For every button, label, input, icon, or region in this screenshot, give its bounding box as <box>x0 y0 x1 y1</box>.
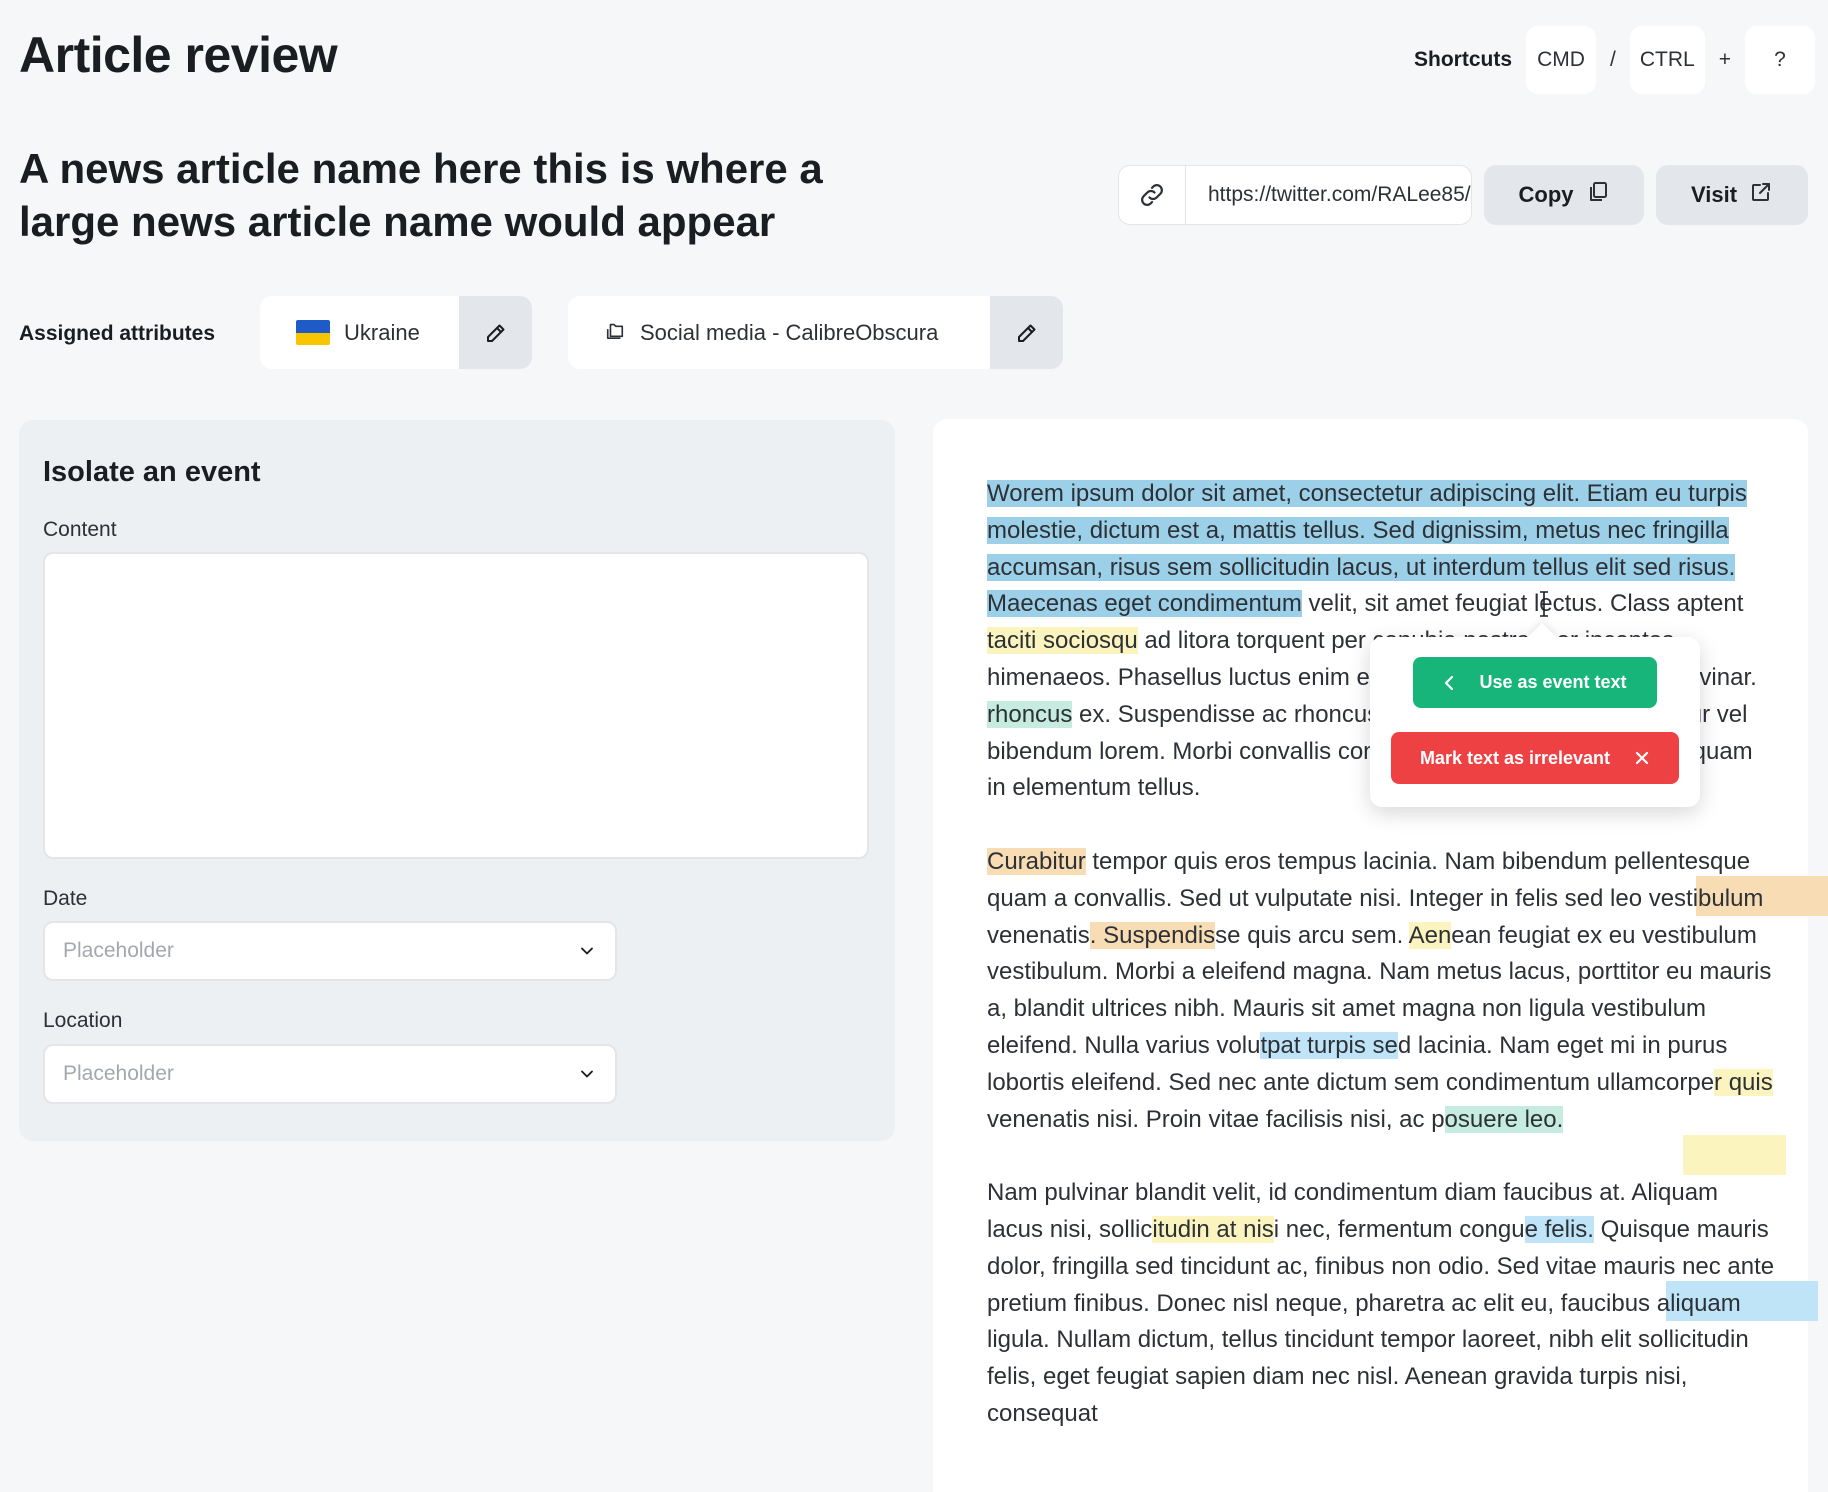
article-text-span[interactable]: velit, sit amet feugiat lectus. Class ap… <box>1302 590 1744 617</box>
ukraine-flag-icon <box>296 320 330 345</box>
article-paragraph[interactable]: Curabitur tempor quis eros tempus lacini… <box>987 844 1777 1138</box>
article-text-span[interactable]: se quis arcu sem. <box>1215 922 1408 949</box>
highlighted-text-lblue[interactable]: e felis. <box>1524 1215 1594 1243</box>
date-label: Date <box>43 887 88 910</box>
highlighted-text-lblue[interactable]: tpat turpis se <box>1260 1031 1398 1059</box>
chevron-left-icon <box>1445 675 1454 690</box>
visit-url-button[interactable]: Visit <box>1656 165 1808 225</box>
source-attribute-label: Social media - CalibreObscura <box>640 319 939 345</box>
highlighted-text-yellow[interactable]: r quis <box>1714 1068 1773 1096</box>
highlighted-text-orange[interactable]: . Suspendis <box>1089 921 1216 949</box>
article-url-field[interactable]: https://twitter.com/RALee85/status <box>1118 165 1472 225</box>
isolate-event-title: Isolate an event <box>43 456 261 488</box>
country-attribute-label: Ukraine <box>344 319 420 345</box>
content-label: Content <box>43 518 117 541</box>
shortcut-plus: + <box>1718 48 1731 71</box>
edit-source-button[interactable] <box>990 296 1063 369</box>
external-link-icon <box>1749 180 1773 210</box>
highlighted-text-yellow[interactable]: taciti sociosqu <box>987 627 1138 655</box>
folder-icon <box>604 320 626 346</box>
highlighted-text-yellow[interactable]: Aen <box>1408 921 1452 949</box>
article-text-span[interactable]: Quisque mauris dolor, fringilla sed tinc… <box>987 1216 1774 1427</box>
chevron-down-icon <box>581 947 593 955</box>
date-select[interactable]: Placeholder <box>43 921 617 981</box>
use-as-event-text-button[interactable]: Use as event text <box>1413 657 1657 708</box>
mark-irrelevant-button[interactable]: Mark text as irrelevant <box>1391 732 1679 784</box>
link-icon <box>1119 166 1186 224</box>
source-attribute-chip: Social media - CalibreObscura <box>568 296 1063 369</box>
article-text-span[interactable]: venenatis nisi. Proin vitae facilisis ni… <box>987 1106 1445 1133</box>
pencil-icon <box>486 324 504 342</box>
article-text-span[interactable]: i nec, fermentum congu <box>1274 1216 1525 1243</box>
assigned-attributes-label: Assigned attributes <box>19 322 216 345</box>
chevron-down-icon <box>581 1070 593 1078</box>
location-label: Location <box>43 1009 123 1032</box>
copy-url-button[interactable]: Copy <box>1484 165 1644 225</box>
content-textarea[interactable] <box>43 552 869 859</box>
article-url-text: https://twitter.com/RALee85/status <box>1208 183 1471 206</box>
visit-label: Visit <box>1690 182 1738 207</box>
copy-icon <box>1586 180 1610 210</box>
shortcuts-label: Shortcuts <box>1414 48 1513 71</box>
highlighted-text-orange[interactable]: Curabitur <box>987 847 1086 875</box>
highlighted-text-green[interactable]: rhoncus <box>987 700 1073 728</box>
shortcut-key-cmd[interactable]: CMD <box>1526 26 1597 94</box>
use-as-event-text-label: Use as event text <box>1479 672 1627 692</box>
shortcut-separator: / <box>1610 48 1616 71</box>
pencil-icon <box>1017 324 1035 342</box>
page-title: Article review <box>19 27 338 83</box>
article-paragraph[interactable]: Nam pulvinar blandit velit, id condiment… <box>987 1175 1777 1433</box>
mark-irrelevant-label: Mark text as irrelevant <box>1419 747 1611 768</box>
article-body-text[interactable]: Worem ipsum dolor sit amet, consectetur … <box>987 476 1777 1470</box>
location-select[interactable]: Placeholder <box>43 1044 617 1104</box>
country-attribute-chip: Ukraine <box>260 296 532 369</box>
close-icon <box>1635 751 1649 765</box>
text-cursor-icon <box>1540 591 1548 617</box>
location-placeholder: Placeholder <box>63 1062 174 1085</box>
highlighted-text-yellow[interactable]: itudin at nis <box>1152 1215 1274 1243</box>
copy-label: Copy <box>1518 182 1574 207</box>
date-placeholder: Placeholder <box>63 939 174 962</box>
shortcuts-bar: Shortcuts CMD / CTRL + ? <box>1414 26 1815 94</box>
article-title: A news article name here this is where a… <box>19 145 823 245</box>
edit-country-button[interactable] <box>459 296 532 369</box>
shortcut-help-button[interactable]: ? <box>1744 26 1815 94</box>
highlighted-text-green[interactable]: osuere leo. <box>1444 1105 1564 1133</box>
shortcut-key-ctrl[interactable]: CTRL <box>1629 26 1705 94</box>
